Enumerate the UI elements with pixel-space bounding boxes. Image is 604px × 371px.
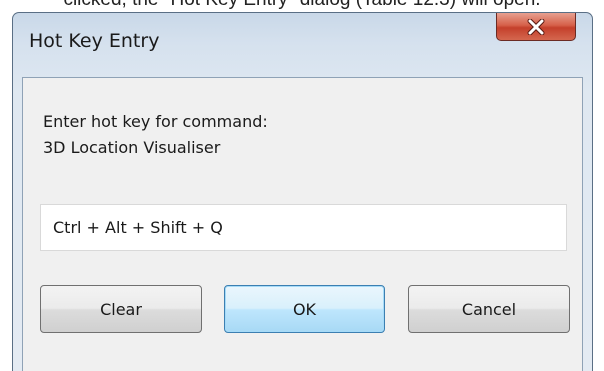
command-name: 3D Location Visualiser	[43, 138, 221, 157]
ok-button[interactable]: OK	[224, 285, 385, 333]
hotkey-input[interactable]	[40, 204, 567, 251]
prompt-text: Enter hot key for command: 3D Location V…	[43, 109, 268, 161]
dialog-title: Hot Key Entry	[29, 30, 160, 52]
close-icon	[527, 18, 545, 35]
prompt-label: Enter hot key for command:	[43, 112, 268, 131]
close-button[interactable]	[496, 13, 576, 41]
page: clicked, the "Hot Key Entry" dialog (Tab…	[0, 0, 604, 371]
clear-button[interactable]: Clear	[40, 285, 202, 333]
cancel-button[interactable]: Cancel	[408, 285, 570, 333]
hot-key-entry-dialog: Hot Key Entry Enter hot key for command:…	[12, 12, 593, 371]
background-caption: clicked, the "Hot Key Entry" dialog (Tab…	[0, 0, 604, 12]
